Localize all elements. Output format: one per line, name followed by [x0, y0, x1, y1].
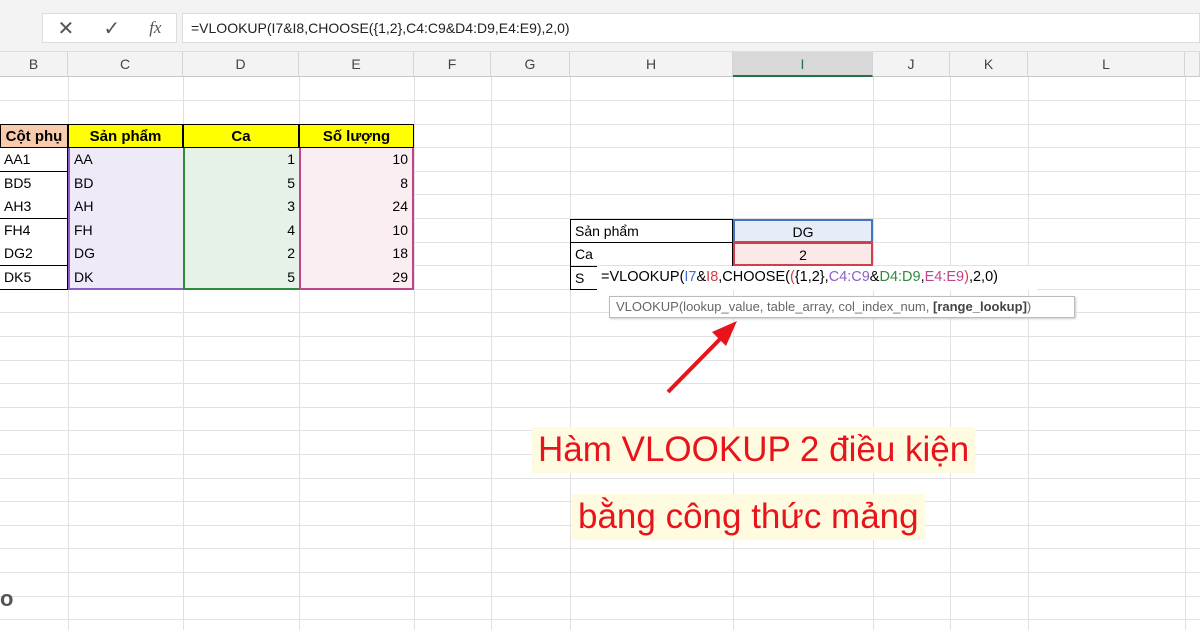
watermark-logo: o — [0, 586, 14, 611]
caption-line-2: bằng công thức mảng — [572, 494, 925, 540]
caption-line-1: Hàm VLOOKUP 2 điều kiện — [532, 427, 976, 473]
